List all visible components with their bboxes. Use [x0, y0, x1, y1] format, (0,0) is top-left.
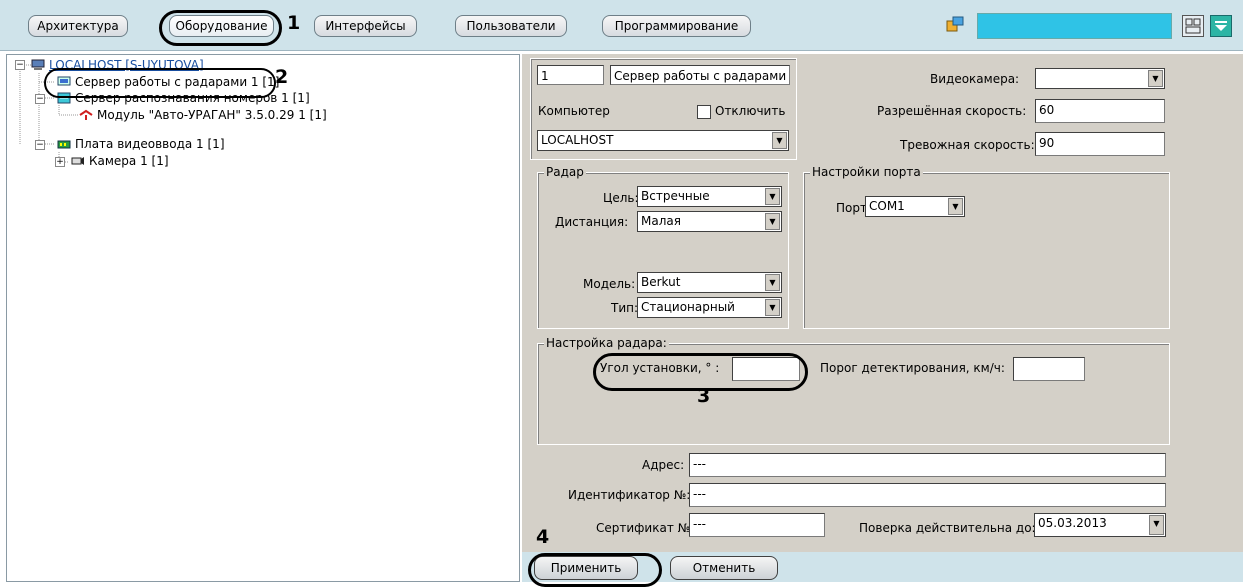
computer-select-value: LOCALHOST — [541, 133, 614, 147]
collapse-capture-board[interactable]: − — [35, 140, 45, 150]
tree-label-radar-server: Сервер работы с радарами 1 [1] — [75, 75, 280, 89]
chevron-down-icon[interactable]: ▼ — [1149, 515, 1164, 535]
callout-3: 3 — [697, 385, 711, 407]
tab-users[interactable]: Пользователи — [455, 15, 567, 37]
tree-label-localhost: LOCALHOST [S-UYUTOVA] — [49, 58, 204, 72]
capture-board-icon — [57, 138, 71, 150]
model-select[interactable]: Berkut ▼ — [637, 272, 782, 293]
identifier-label: Идентификатор №: — [568, 488, 691, 502]
radar-setup-group-title: Настройка радара: — [544, 336, 669, 350]
allowed-speed-field[interactable]: 60 — [1035, 99, 1165, 123]
angle-field[interactable] — [732, 357, 800, 381]
threshold-label: Порог детектирования, км/ч: — [820, 361, 1005, 375]
target-select-value: Встречные — [641, 189, 710, 203]
allowed-speed-label: Разрешённая скорость: — [877, 104, 1027, 118]
radar-group-title: Радар — [544, 165, 586, 179]
certificate-field[interactable]: --- — [689, 513, 825, 537]
callout-1: 1 — [287, 12, 301, 34]
port-group-title: Настройки порта — [810, 165, 923, 179]
certificate-label: Сертификат №: — [596, 521, 695, 535]
top-toolbar: Архитектура Оборудование Интерфейсы Поль… — [0, 0, 1243, 51]
tab-programming[interactable]: Программирование — [602, 15, 751, 37]
chevron-down-icon[interactable]: ▼ — [765, 188, 780, 205]
disable-label: Отключить — [715, 104, 786, 118]
callout-4: 4 — [536, 526, 550, 548]
computer-label: Компьютер — [538, 104, 610, 118]
cancel-button[interactable]: Отменить — [670, 556, 778, 580]
type-label: Тип: — [611, 301, 639, 315]
tree-item-module[interactable]: Модуль "Авто-УРАГАН" 3.5.0.29 1 [1] — [79, 107, 327, 123]
radar-server-icon — [57, 76, 71, 88]
dropdown-menu-icon[interactable] — [1210, 15, 1232, 37]
bottom-bar: Применить Отменить — [522, 552, 1243, 582]
camera-icon — [71, 155, 85, 167]
chevron-down-icon[interactable]: ▼ — [948, 198, 963, 215]
object-id-field[interactable]: 1 — [537, 65, 604, 85]
port-select-value: COM1 — [869, 199, 905, 213]
tab-equipment[interactable]: Оборудование — [169, 15, 274, 37]
identifier-field[interactable]: --- — [689, 483, 1166, 507]
settings-panel: 1 Сервер работы с радарами Компьютер Отк… — [522, 54, 1243, 582]
tab-interfaces[interactable]: Интерфейсы — [314, 15, 417, 37]
type-select[interactable]: Стационарный ▼ — [637, 297, 782, 318]
verification-date-value: 05.03.2013 — [1038, 516, 1107, 530]
chevron-down-icon[interactable]: ▼ — [1148, 70, 1163, 87]
camera-label: Видеокамера: — [930, 72, 1020, 86]
tree-label-plate-server: Сервер распознавания номеров 1 [1] — [75, 91, 310, 105]
model-label: Модель: — [583, 277, 636, 291]
threshold-field[interactable] — [1013, 357, 1085, 381]
address-field[interactable]: --- — [689, 453, 1166, 477]
address-label: Адрес: — [642, 458, 685, 472]
tree-item-capture-board[interactable]: Плата видеоввода 1 [1] — [57, 136, 225, 152]
angle-label: Угол установки, ° : — [600, 361, 720, 375]
distance-label: Дистанция: — [555, 215, 629, 229]
object-name-field[interactable]: Сервер работы с радарами — [610, 65, 790, 85]
tree-item-radar-server[interactable]: Сервер работы с радарами 1 [1] — [57, 74, 279, 90]
search-box[interactable] — [977, 13, 1172, 39]
layout-icon[interactable] — [1182, 15, 1204, 37]
verification-label: Поверка действительна до: — [859, 521, 1036, 535]
alarm-speed-label: Тревожная скорость: — [900, 138, 1035, 152]
collapse-root[interactable]: − — [15, 60, 25, 70]
computer-select[interactable]: LOCALHOST ▼ — [537, 130, 789, 151]
chevron-down-icon[interactable]: ▼ — [765, 213, 780, 230]
target-label: Цель: — [603, 191, 639, 205]
plate-server-icon — [57, 92, 71, 104]
verification-date-picker[interactable]: 05.03.2013 ▼ — [1034, 513, 1166, 537]
distance-select-value: Малая — [641, 214, 681, 228]
expand-camera[interactable]: + — [55, 157, 65, 167]
object-tree[interactable]: − LOCALHOST [S-UYUTOVA] Сервер работы с … — [6, 54, 520, 582]
collapse-plate-server[interactable]: − — [35, 94, 45, 104]
chevron-down-icon[interactable]: ▼ — [765, 274, 780, 291]
distance-select[interactable]: Малая ▼ — [637, 211, 782, 232]
apply-button[interactable]: Применить — [534, 556, 638, 580]
tree-label-capture-board: Плата видеоввода 1 [1] — [75, 137, 225, 151]
port-group — [803, 172, 1170, 329]
target-select[interactable]: Встречные ▼ — [637, 186, 782, 207]
tree-item-localhost[interactable]: LOCALHOST [S-UYUTOVA] — [31, 57, 204, 73]
objects-icon[interactable] — [945, 15, 965, 33]
port-select[interactable]: COM1 ▼ — [865, 196, 965, 217]
tree-item-plate-server[interactable]: Сервер распознавания номеров 1 [1] — [57, 90, 310, 106]
type-select-value: Стационарный — [641, 300, 735, 314]
model-select-value: Berkut — [641, 275, 681, 289]
callout-2: 2 — [275, 66, 289, 88]
computer-icon — [31, 59, 45, 71]
chevron-down-icon[interactable]: ▼ — [772, 132, 787, 149]
alarm-speed-field[interactable]: 90 — [1035, 132, 1165, 156]
camera-select[interactable]: ▼ — [1035, 68, 1165, 89]
tab-architecture[interactable]: Архитектура — [28, 15, 128, 37]
tree-label-module: Модуль "Авто-УРАГАН" 3.5.0.29 1 [1] — [97, 108, 327, 122]
module-icon — [79, 109, 93, 121]
tree-item-camera[interactable]: Камера 1 [1] — [71, 153, 169, 169]
port-label: Порт — [836, 201, 867, 215]
disable-checkbox[interactable] — [697, 105, 711, 119]
chevron-down-icon[interactable]: ▼ — [765, 299, 780, 316]
tree-label-camera: Камера 1 [1] — [89, 154, 169, 168]
